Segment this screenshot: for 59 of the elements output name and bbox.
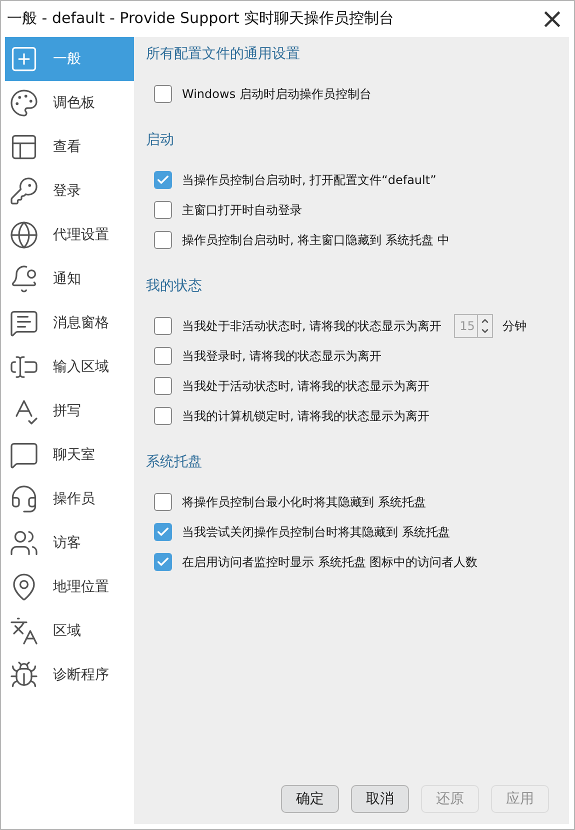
plus-square-icon (9, 44, 39, 74)
sidebar-item[interactable]: 拼写 (5, 389, 134, 433)
option-label: 在启用访问者监控时显示 系统托盘 图标中的访问者人数 (182, 554, 478, 570)
option-label: 当我处于非活动状态时, 请将我的状态显示为离开 (182, 318, 442, 334)
option-label: 当我处于活动状态时, 请将我的状态显示为离开 (182, 378, 430, 394)
globe-icon (9, 220, 39, 250)
option-label: 操作员控制台启动时, 将主窗口隐藏到 系统托盘 中 (182, 232, 450, 248)
palette-icon (9, 88, 39, 118)
sidebar-item[interactable]: 聊天室 (5, 433, 134, 477)
close-button[interactable]: × (536, 4, 568, 32)
bug-icon (9, 660, 39, 690)
section-heading: 所有配置文件的通用设置 (146, 45, 301, 64)
layout-icon (9, 132, 39, 162)
unit-label: 分钟 (502, 318, 527, 334)
section-heading: 我的状态 (146, 277, 203, 296)
option-label: 当操作员控制台启动时, 打开配置文件“default” (182, 172, 436, 188)
checkbox[interactable] (154, 171, 172, 189)
sidebar-item[interactable]: 诊断程序 (5, 653, 134, 697)
option-label: 当我尝试关闭操作员控制台时将其隐藏到 系统托盘 (182, 524, 450, 540)
sidebar-item[interactable]: 代理设置 (5, 213, 134, 257)
option-label: Windows 启动时启动操作员控制台 (182, 86, 372, 102)
users-icon (9, 528, 39, 558)
option-label: 将操作员控制台最小化时将其隐藏到 系统托盘 (182, 494, 426, 510)
dialog-button[interactable]: 取消 (351, 785, 409, 813)
checkbox[interactable] (154, 377, 172, 395)
section-heading: 系统托盘 (146, 453, 203, 472)
checkbox[interactable] (154, 493, 172, 511)
option-label: 当我登录时, 请将我的状态显示为离开 (182, 348, 382, 364)
checkbox[interactable] (154, 201, 172, 219)
sidebar-item[interactable]: 区域 (5, 609, 134, 653)
check-icon (156, 555, 170, 569)
option-label: 主窗口打开时自动登录 (182, 202, 302, 218)
checkbox[interactable] (154, 231, 172, 249)
sidebar-item[interactable]: 通知 (5, 257, 134, 301)
checkbox[interactable] (154, 407, 172, 425)
sidebar-item[interactable]: 输入区域 (5, 345, 134, 389)
bell-icon (9, 264, 39, 294)
section-heading: 启动 (146, 131, 175, 150)
sidebar-item[interactable]: 调色板 (5, 81, 134, 125)
sidebar-item[interactable]: 查看 (5, 125, 134, 169)
checkbox[interactable] (154, 553, 172, 571)
checkbox[interactable] (154, 347, 172, 365)
checkbox[interactable] (154, 85, 172, 103)
message-icon (9, 308, 39, 338)
sidebar-item[interactable]: 登录 (5, 169, 134, 213)
chat-icon (9, 440, 39, 470)
option-label: 当我的计算机锁定时, 请将我的状态显示为离开 (182, 408, 430, 424)
key-icon (9, 176, 39, 206)
sidebar-item[interactable]: 消息窗格 (5, 301, 134, 345)
checkbox[interactable] (154, 523, 172, 541)
language-icon (9, 616, 39, 646)
sidebar-item[interactable]: 地理位置 (5, 565, 134, 609)
window-title: 一般 - default - Provide Support 实时聊天操作员控制台 (7, 9, 394, 28)
dialog-button[interactable]: 确定 (281, 785, 339, 813)
sidebar-item[interactable]: 操作员 (5, 477, 134, 521)
check-icon (156, 173, 170, 187)
headset-icon (9, 484, 39, 514)
check-icon (156, 525, 170, 539)
sidebar-item[interactable]: 访客 (5, 521, 134, 565)
